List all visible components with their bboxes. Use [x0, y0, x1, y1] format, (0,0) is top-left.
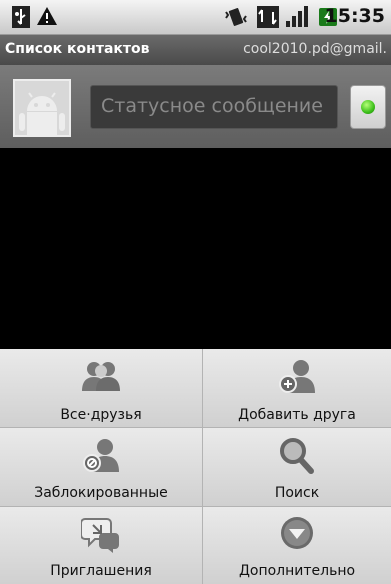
menu-item-label: Заблокированные: [34, 485, 168, 501]
title-bar: Список контактов cool2010.pd@gmail.: [0, 35, 391, 65]
menu-item-label: Приглашения: [50, 563, 152, 579]
online-status-icon: [361, 100, 375, 114]
blocked-icon: [83, 439, 119, 472]
warning-icon: [36, 6, 58, 30]
menu-item-more[interactable]: Дополнительно: [203, 507, 391, 584]
menu-item-label: Поиск: [274, 485, 320, 501]
clock: 15:35: [324, 5, 385, 27]
menu-item-blocked[interactable]: Заблокированные: [0, 428, 203, 507]
status-row: Статусное сообщение: [0, 65, 391, 148]
status-bar: 15:35: [0, 0, 391, 35]
menu-item-label: Все·друзья: [60, 407, 142, 423]
options-menu: Все·друзья Добавить друга Заблокированны…: [0, 349, 391, 584]
friends-icon: [82, 362, 120, 391]
usb-icon: [12, 6, 30, 32]
page-title: Список контактов: [5, 41, 150, 57]
invitations-icon: [81, 518, 119, 553]
menu-item-label: Дополнительно: [238, 563, 356, 579]
android-avatar-icon: [15, 81, 69, 135]
online-status-button[interactable]: [350, 85, 386, 129]
account-email: cool2010.pd@gmail.: [243, 41, 387, 57]
menu-item-label: Добавить друга: [238, 407, 356, 423]
data-icon: [257, 6, 279, 32]
vibrate-icon: [223, 6, 249, 32]
avatar[interactable]: [13, 79, 71, 137]
menu-item-all-friends[interactable]: Все·друзья: [0, 349, 203, 428]
menu-item-invitations[interactable]: Приглашения: [0, 507, 203, 584]
more-icon: [281, 517, 313, 549]
contact-list[interactable]: [0, 148, 391, 349]
menu-item-add-friend[interactable]: Добавить друга: [203, 349, 391, 428]
search-icon: [280, 438, 314, 474]
signal-icon: [285, 6, 309, 32]
status-message-input[interactable]: Статусное сообщение: [90, 85, 338, 129]
add-friend-icon: [279, 360, 315, 393]
menu-item-search[interactable]: Поиск: [203, 428, 391, 507]
